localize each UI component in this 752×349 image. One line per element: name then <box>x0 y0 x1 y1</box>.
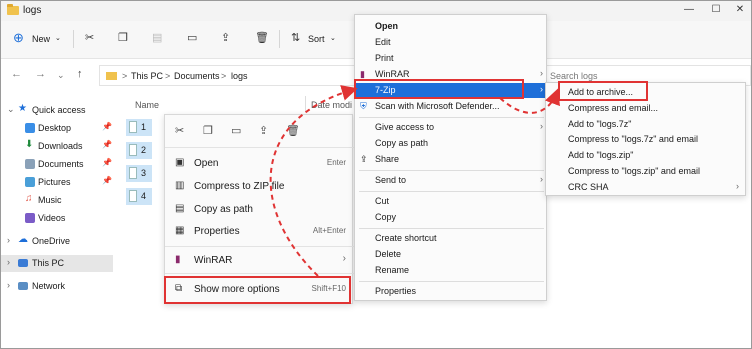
arrow-to-add-to-archive <box>499 88 560 114</box>
annotation-arrows <box>269 85 560 277</box>
arrow-to-7zip <box>269 85 358 277</box>
